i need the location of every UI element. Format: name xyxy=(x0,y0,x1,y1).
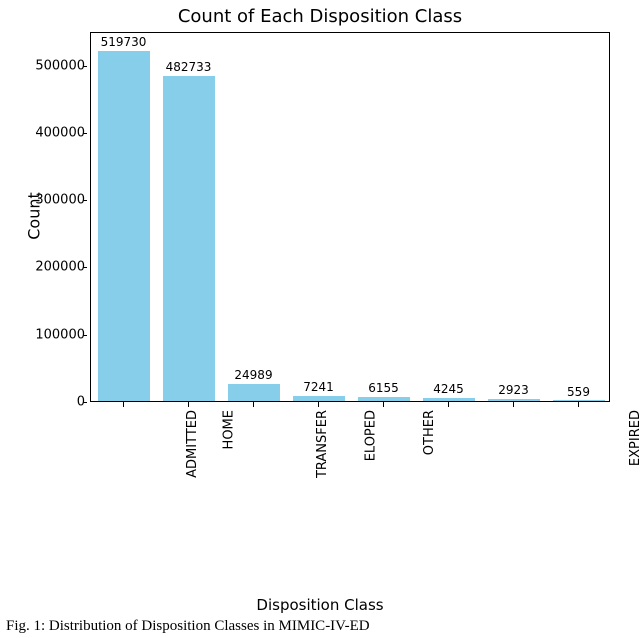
bar xyxy=(423,398,475,401)
x-tick-label: ELOPED xyxy=(363,410,378,461)
bar xyxy=(163,76,215,401)
bar-value-label: 7241 xyxy=(303,380,334,394)
bar xyxy=(488,399,540,401)
bar xyxy=(553,400,605,401)
x-tick-label: TRANSFER xyxy=(315,410,330,478)
x-axis-label: Disposition Class xyxy=(0,596,640,614)
x-tick xyxy=(578,402,579,407)
bar-value-label: 2923 xyxy=(498,383,529,397)
x-tick-label: OTHER xyxy=(422,410,437,455)
bars-group: 519730 482733 24989 7241 6155 4245 2923 559 xyxy=(91,33,609,401)
bar xyxy=(358,397,410,401)
bar xyxy=(293,396,345,401)
bar xyxy=(228,384,280,401)
y-tick-label: 400000 xyxy=(5,125,85,140)
plot-area: 519730 482733 24989 7241 6155 4245 2923 559 xyxy=(90,32,610,402)
bar xyxy=(98,51,150,401)
bar-value-label: 559 xyxy=(567,385,590,399)
y-axis-label: Count xyxy=(24,192,43,240)
y-tick-label: 200000 xyxy=(5,260,85,275)
y-tick-label: 300000 xyxy=(5,193,85,208)
x-tick xyxy=(383,402,384,407)
chart-title: Count of Each Disposition Class xyxy=(0,6,640,27)
x-tick xyxy=(513,402,514,407)
x-tick-label: ADMITTED xyxy=(184,410,199,478)
y-tick-label: 0 xyxy=(5,395,85,410)
x-tick xyxy=(188,402,189,407)
figure-container: Count of Each Disposition Class 519730 48… xyxy=(0,0,640,638)
bar-value-label: 519730 xyxy=(101,35,147,49)
x-tick-label: HOME xyxy=(221,410,236,449)
x-tick xyxy=(253,402,254,407)
bar-value-label: 24989 xyxy=(234,368,272,382)
y-tick-label: 500000 xyxy=(5,58,85,73)
y-tick-label: 100000 xyxy=(5,327,85,342)
bar-value-label: 6155 xyxy=(368,381,399,395)
x-tick-label: EXPIRED xyxy=(628,410,640,466)
figure-caption: Fig. 1: Distribution of Disposition Clas… xyxy=(6,618,636,635)
x-tick xyxy=(318,402,319,407)
bar-value-label: 4245 xyxy=(433,382,464,396)
x-tick xyxy=(123,402,124,407)
x-tick xyxy=(448,402,449,407)
bar-value-label: 482733 xyxy=(166,60,212,74)
